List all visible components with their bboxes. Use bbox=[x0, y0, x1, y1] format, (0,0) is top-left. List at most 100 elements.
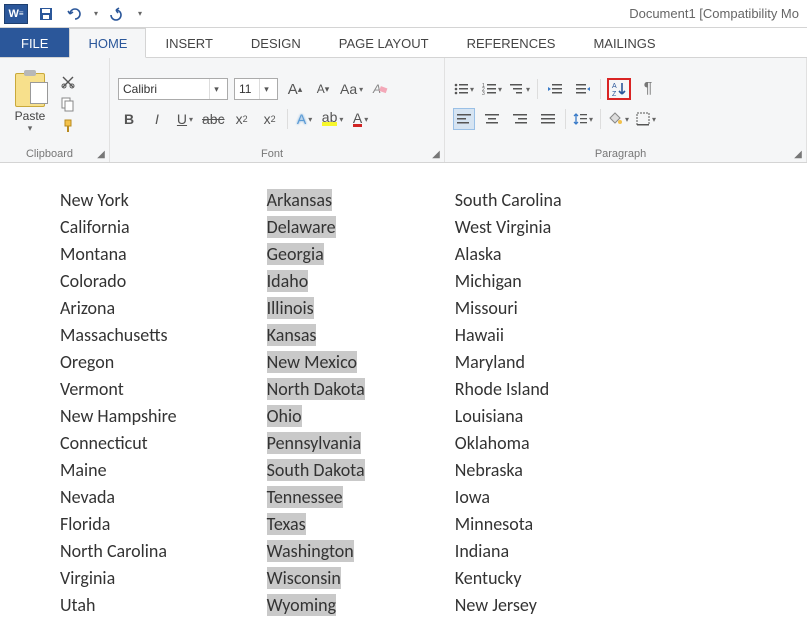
undo-icon[interactable] bbox=[64, 2, 88, 26]
list-item[interactable]: Hawaii bbox=[455, 322, 562, 349]
list-item[interactable]: Louisiana bbox=[455, 403, 562, 430]
line-spacing-button[interactable] bbox=[572, 108, 594, 130]
grow-font-button[interactable]: A▴ bbox=[284, 78, 306, 100]
sort-button[interactable]: AZ bbox=[607, 78, 631, 100]
list-item[interactable]: Ohio bbox=[267, 403, 365, 430]
list-item[interactable]: Delaware bbox=[267, 214, 365, 241]
list-item[interactable]: Wyoming bbox=[267, 592, 365, 619]
document-area[interactable]: New YorkCaliforniaMontanaColoradoArizona… bbox=[0, 163, 807, 619]
paragraph-launcher-icon[interactable]: ◢ bbox=[792, 148, 804, 160]
list-item[interactable]: Washington bbox=[267, 538, 365, 565]
list-item[interactable]: Georgia bbox=[267, 241, 365, 268]
font-name-combo[interactable]: ▾ bbox=[118, 78, 228, 100]
italic-button[interactable]: I bbox=[146, 108, 168, 130]
list-item[interactable]: Idaho bbox=[267, 268, 365, 295]
list-item[interactable]: North Dakota bbox=[267, 376, 365, 403]
list-item[interactable]: Colorado bbox=[60, 268, 177, 295]
qat-customize-icon[interactable]: ▾ bbox=[138, 9, 142, 18]
list-item[interactable]: Montana bbox=[60, 241, 177, 268]
list-item[interactable]: Kansas bbox=[267, 322, 365, 349]
list-item[interactable]: Oregon bbox=[60, 349, 177, 376]
list-item[interactable]: Oklahoma bbox=[455, 430, 562, 457]
list-item[interactable]: Connecticut bbox=[60, 430, 177, 457]
list-item[interactable]: Tennessee bbox=[267, 484, 365, 511]
list-item[interactable]: Nevada bbox=[60, 484, 177, 511]
copy-button[interactable] bbox=[58, 95, 78, 113]
clear-formatting-button[interactable]: A bbox=[369, 78, 391, 100]
paste-button[interactable]: Paste ▾ bbox=[8, 73, 52, 134]
numbering-button[interactable]: 123 bbox=[481, 78, 503, 100]
font-size-dropdown-icon[interactable]: ▾ bbox=[259, 79, 273, 99]
tab-page-layout[interactable]: PAGE LAYOUT bbox=[320, 28, 448, 57]
align-right-button[interactable] bbox=[509, 108, 531, 130]
tab-design[interactable]: DESIGN bbox=[232, 28, 320, 57]
list-item[interactable]: Pennsylvania bbox=[267, 430, 365, 457]
list-item[interactable]: New Mexico bbox=[267, 349, 365, 376]
list-item[interactable]: Massachusetts bbox=[60, 322, 177, 349]
tab-home[interactable]: HOME bbox=[69, 28, 146, 58]
tab-references[interactable]: REFERENCES bbox=[448, 28, 575, 57]
font-size-input[interactable] bbox=[235, 82, 259, 96]
align-center-button[interactable] bbox=[481, 108, 503, 130]
save-icon[interactable] bbox=[34, 2, 58, 26]
borders-button[interactable] bbox=[635, 108, 657, 130]
clipboard-launcher-icon[interactable]: ◢ bbox=[95, 148, 107, 160]
tab-mailings[interactable]: MAILINGS bbox=[574, 28, 674, 57]
text-effects-button[interactable]: A bbox=[294, 108, 316, 130]
list-item[interactable]: Illinois bbox=[267, 295, 365, 322]
list-item[interactable]: Nebraska bbox=[455, 457, 562, 484]
list-item[interactable]: Florida bbox=[60, 511, 177, 538]
list-item[interactable]: South Dakota bbox=[267, 457, 365, 484]
list-item[interactable]: Michigan bbox=[455, 268, 562, 295]
font-name-input[interactable] bbox=[119, 82, 209, 96]
tab-insert[interactable]: INSERT bbox=[146, 28, 231, 57]
align-left-button[interactable] bbox=[453, 108, 475, 130]
list-item[interactable]: West Virginia bbox=[455, 214, 562, 241]
shading-button[interactable] bbox=[607, 108, 629, 130]
list-item[interactable]: Iowa bbox=[455, 484, 562, 511]
decrease-indent-button[interactable] bbox=[544, 78, 566, 100]
list-item[interactable]: Minnesota bbox=[455, 511, 562, 538]
list-item[interactable]: New Jersey bbox=[455, 592, 562, 619]
list-item[interactable]: Indiana bbox=[455, 538, 562, 565]
list-item[interactable]: Wisconsin bbox=[267, 565, 365, 592]
list-item[interactable]: New York bbox=[60, 187, 177, 214]
redo-icon[interactable] bbox=[104, 2, 128, 26]
tab-file[interactable]: FILE bbox=[0, 28, 69, 57]
list-item[interactable]: Kentucky bbox=[455, 565, 562, 592]
highlight-button[interactable]: ab bbox=[322, 108, 344, 130]
bold-button[interactable]: B bbox=[118, 108, 140, 130]
strikethrough-button[interactable]: abc bbox=[202, 108, 225, 130]
font-size-combo[interactable]: ▾ bbox=[234, 78, 278, 100]
justify-button[interactable] bbox=[537, 108, 559, 130]
list-item[interactable]: Arizona bbox=[60, 295, 177, 322]
subscript-button[interactable]: x2 bbox=[231, 108, 253, 130]
list-item[interactable]: Utah bbox=[60, 592, 177, 619]
font-color-button[interactable]: A bbox=[350, 108, 372, 130]
format-painter-button[interactable] bbox=[58, 117, 78, 135]
list-item[interactable]: Rhode Island bbox=[455, 376, 562, 403]
paste-dropdown-icon[interactable]: ▾ bbox=[28, 123, 33, 134]
list-item[interactable]: Maryland bbox=[455, 349, 562, 376]
increase-indent-button[interactable] bbox=[572, 78, 594, 100]
multilevel-list-button[interactable] bbox=[509, 78, 531, 100]
list-item[interactable]: California bbox=[60, 214, 177, 241]
change-case-button[interactable]: Aa bbox=[340, 78, 363, 100]
list-item[interactable]: Missouri bbox=[455, 295, 562, 322]
list-item[interactable]: Arkansas bbox=[267, 187, 365, 214]
superscript-button[interactable]: x2 bbox=[259, 108, 281, 130]
list-item[interactable]: New Hampshire bbox=[60, 403, 177, 430]
shrink-font-button[interactable]: A▾ bbox=[312, 78, 334, 100]
bullets-button[interactable] bbox=[453, 78, 475, 100]
list-item[interactable]: North Carolina bbox=[60, 538, 177, 565]
list-item[interactable]: Texas bbox=[267, 511, 365, 538]
cut-button[interactable] bbox=[58, 73, 78, 91]
list-item[interactable]: Vermont bbox=[60, 376, 177, 403]
list-item[interactable]: Alaska bbox=[455, 241, 562, 268]
show-marks-button[interactable]: ¶ bbox=[637, 78, 659, 100]
font-name-dropdown-icon[interactable]: ▾ bbox=[209, 79, 223, 99]
font-launcher-icon[interactable]: ◢ bbox=[430, 148, 442, 160]
list-item[interactable]: South Carolina bbox=[455, 187, 562, 214]
undo-dropdown-icon[interactable]: ▾ bbox=[94, 9, 98, 18]
list-item[interactable]: Maine bbox=[60, 457, 177, 484]
